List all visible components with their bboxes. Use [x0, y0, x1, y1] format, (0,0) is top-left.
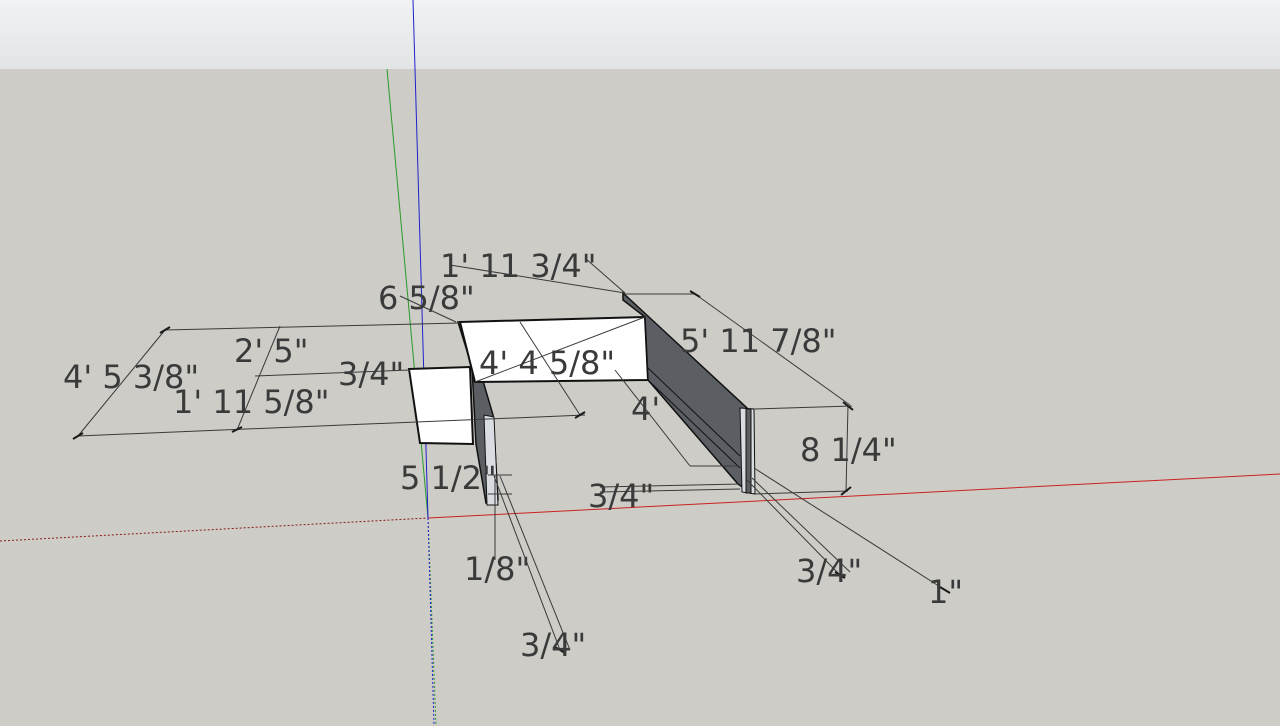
blue-axis-negative [427, 517, 435, 726]
dim-label-5-1-2[interactable]: 5 1/2" [400, 459, 497, 497]
dim-label-4-4-5-8[interactable]: 4' 4 5/8" [479, 344, 615, 382]
dim-label-5-11-7-8[interactable]: 5' 11 7/8" [680, 322, 836, 360]
dim-label-3-4-right[interactable]: 3/4" [796, 552, 862, 590]
dim-label-8-1-4[interactable]: 8 1/4" [800, 431, 897, 469]
dim-label-2-5[interactable]: 2' 5" [234, 332, 308, 370]
dim-label-3-4-bottom[interactable]: 3/4" [520, 626, 586, 664]
dim-label-1-11-5-8[interactable]: 1' 11 5/8" [173, 383, 329, 421]
red-axis [427, 473, 1280, 519]
green-axis-negative [427, 517, 437, 726]
dimension-labels: 1' 11 3/4" 6 5/8" 5' 11 7/8" 2' 5" 4' 5 … [63, 247, 963, 664]
dim-label-3-4-left[interactable]: 3/4" [338, 355, 404, 393]
dim-label-4[interactable]: 4' [631, 390, 660, 428]
dim-label-6-5-8[interactable]: 6 5/8" [378, 279, 475, 317]
dim-label-3-4-mid[interactable]: 3/4" [588, 477, 654, 515]
model-viewport[interactable]: 1' 11 3/4" 6 5/8" 5' 11 7/8" 2' 5" 4' 5 … [0, 0, 1280, 726]
dim-label-1[interactable]: 1" [928, 573, 963, 611]
red-axis-negative [0, 517, 429, 542]
model-scene: 1' 11 3/4" 6 5/8" 5' 11 7/8" 2' 5" 4' 5 … [0, 0, 1280, 726]
dim-label-1-8[interactable]: 1/8" [464, 550, 530, 588]
left-front-panel[interactable] [407, 365, 475, 446]
